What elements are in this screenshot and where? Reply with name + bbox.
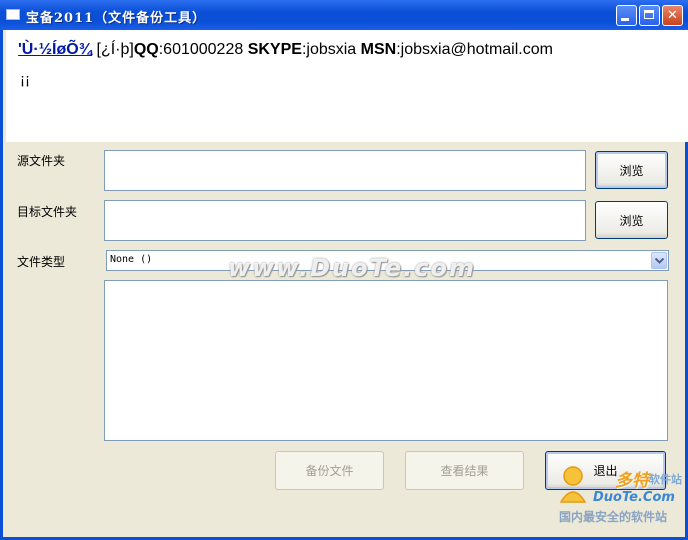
main-window: 宝备2011（文件备份工具） ✕ 'Ù·½ÍøÕ¾ [¿Í·þ]QQ:60100… bbox=[0, 0, 688, 540]
browse-target-button[interactable]: 浏览 bbox=[595, 201, 668, 239]
qq-value: :601000228 bbox=[158, 41, 248, 58]
skype-value: :jobsxia bbox=[301, 41, 361, 58]
file-type-value: None () bbox=[110, 254, 153, 265]
logo-tagline: 国内最安全的软件站 bbox=[559, 510, 668, 524]
site-watermark: www.DuoTe.com bbox=[228, 254, 476, 282]
log-output-area[interactable] bbox=[104, 280, 668, 441]
target-folder-input[interactable] bbox=[104, 200, 586, 241]
dropdown-button[interactable] bbox=[651, 252, 667, 269]
skype-label: SKYPE bbox=[247, 41, 302, 58]
minimize-button[interactable] bbox=[616, 5, 637, 26]
close-icon: ✕ bbox=[667, 8, 678, 23]
logo-subtitle: 软件站 bbox=[649, 473, 682, 486]
maximize-button[interactable] bbox=[639, 5, 660, 26]
header-second-line: ¡¡ bbox=[20, 71, 30, 88]
minimize-icon bbox=[621, 18, 629, 21]
file-type-label: 文件类型 bbox=[17, 255, 66, 269]
source-folder-label: 源文件夹 bbox=[17, 154, 66, 168]
app-icon bbox=[6, 9, 20, 20]
mascot-icon bbox=[559, 466, 587, 503]
logo-chinese-name: 多特 bbox=[615, 471, 649, 491]
view-results-button[interactable]: 查看结果 bbox=[405, 451, 524, 490]
window-title: 宝备2011（文件备份工具） bbox=[26, 11, 207, 26]
duote-logo: 多特 软件站 DuoTe.Com 国内最安全的软件站 bbox=[555, 462, 687, 532]
contact-line: 'Ù·½ÍøÕ¾ [¿Í·þ]QQ:601000228 SKYPE:jobsxi… bbox=[18, 41, 553, 59]
qq-label: QQ bbox=[133, 41, 159, 58]
chevron-down-icon bbox=[655, 258, 664, 264]
msn-label: MSN bbox=[360, 41, 397, 58]
browse-source-button[interactable]: 浏览 bbox=[595, 151, 668, 189]
title-bar[interactable]: 宝备2011（文件备份工具） ✕ bbox=[0, 0, 688, 30]
msn-value: :jobsxia@hotmail.com bbox=[396, 41, 553, 58]
target-folder-label: 目标文件夹 bbox=[17, 205, 78, 219]
homepage-link[interactable]: 'Ù·½ÍøÕ¾ bbox=[18, 41, 92, 58]
service-label: [¿Í·þ] bbox=[92, 41, 134, 58]
maximize-icon bbox=[644, 10, 654, 19]
contact-header: 'Ù·½ÍøÕ¾ [¿Í·þ]QQ:601000228 SKYPE:jobsxi… bbox=[6, 30, 688, 142]
close-button[interactable]: ✕ bbox=[662, 5, 683, 26]
logo-english-name: DuoTe.Com bbox=[593, 490, 675, 505]
backup-files-button[interactable]: 备份文件 bbox=[275, 451, 384, 490]
source-folder-input[interactable] bbox=[104, 150, 586, 191]
